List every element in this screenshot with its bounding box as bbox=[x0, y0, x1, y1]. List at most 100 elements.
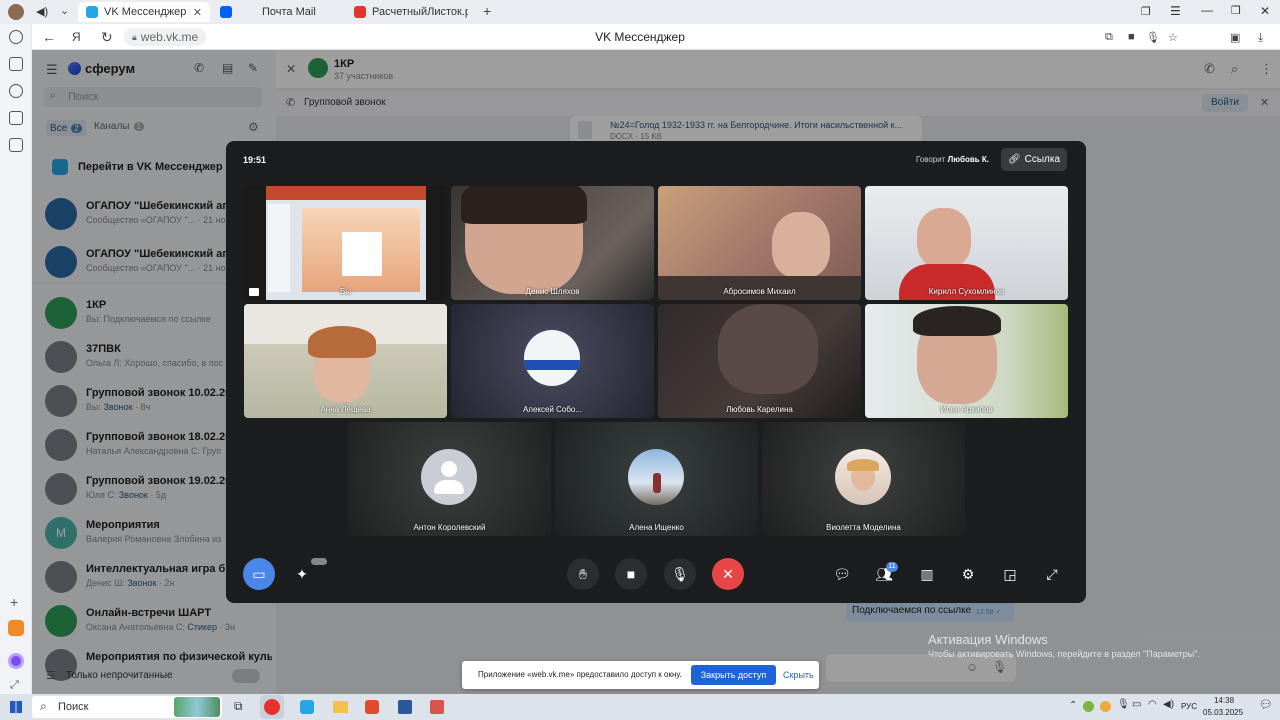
participant-avatar bbox=[835, 449, 891, 505]
tray-time[interactable]: 14:38 bbox=[1214, 696, 1234, 705]
participant-tile[interactable]: Анна Лещева bbox=[244, 304, 447, 418]
screen-share-notice: Приложение «web.vk.me» предоставило дост… bbox=[462, 661, 819, 689]
participant-tile[interactable]: Илья Архипов bbox=[865, 304, 1068, 418]
mail-favicon-icon bbox=[220, 6, 232, 18]
notifications-icon[interactable]: 💬︎ bbox=[1259, 698, 1273, 711]
video-icon[interactable] bbox=[9, 138, 23, 152]
fullscreen-icon[interactable]: ⤢ bbox=[10, 679, 19, 692]
tray-app2-icon[interactable] bbox=[1100, 701, 1111, 712]
back-icon[interactable]: ← bbox=[42, 29, 56, 45]
participant-tile[interactable]: Денис Шляхов bbox=[451, 186, 654, 300]
participant-tile[interactable]: Алексей Собо... bbox=[451, 304, 654, 418]
yandex-browser-taskbar-icon[interactable] bbox=[260, 695, 284, 719]
effects-icon[interactable]: ✦ bbox=[293, 565, 311, 583]
tab-label: VK Мессенджер bbox=[104, 6, 187, 18]
windows-activation-text: Чтобы активировать Windows, перейдите в … bbox=[928, 649, 1200, 659]
reload-icon[interactable]: ↻ bbox=[101, 29, 113, 46]
camera-button[interactable]: ■ bbox=[615, 558, 647, 590]
tray-mic-icon[interactable]: 🎙︎ bbox=[1117, 699, 1130, 710]
calendar-icon[interactable] bbox=[9, 111, 23, 125]
taskbar-search-icon: ⌕ bbox=[40, 699, 47, 713]
task-view-icon[interactable]: ⧉ bbox=[234, 699, 243, 714]
windows-start-icon[interactable] bbox=[10, 701, 22, 713]
search-highlight-icon bbox=[174, 697, 220, 717]
participants-count-badge: 11 bbox=[886, 562, 898, 572]
call-window: 19:51 Говорит Любовь К. 🔗︎ Ссылка Вы Ден… bbox=[226, 141, 1086, 603]
copy-link-button[interactable]: 🔗︎ Ссылка bbox=[1001, 148, 1067, 171]
app-taskbar-icon[interactable] bbox=[365, 700, 379, 714]
participant-tile[interactable]: Любовь Карелина bbox=[658, 304, 861, 418]
participant-tile[interactable]: Абросимов Михаил bbox=[658, 186, 861, 300]
participant-tile[interactable]: Виолетта Моделина bbox=[762, 422, 965, 536]
tab-mail[interactable]: Почта Mail bbox=[212, 2, 344, 22]
fullscreen-call-icon[interactable]: ⤢ bbox=[1043, 565, 1061, 583]
tab-pdf[interactable]: РасчетныйЛисток.pdf / О bbox=[346, 2, 476, 22]
close-icon[interactable]: ✕ bbox=[193, 6, 202, 19]
participant-avatar bbox=[421, 449, 477, 505]
microphone-button[interactable]: 🎙︎ bbox=[664, 558, 696, 590]
participant-tile[interactable]: Вы bbox=[244, 186, 447, 300]
hide-button[interactable]: Скрыть bbox=[783, 670, 814, 680]
microphone-icon[interactable]: 🎙︎ bbox=[1146, 31, 1160, 44]
taskbar-search[interactable]: ⌕ Поиск bbox=[32, 696, 222, 718]
history-icon[interactable] bbox=[9, 30, 23, 44]
bookmark-icon[interactable]: ☆ bbox=[1168, 31, 1178, 44]
participant-tile[interactable]: Антон Королевский bbox=[348, 422, 551, 536]
call-settings-icon[interactable]: ⚙ bbox=[959, 565, 977, 583]
layout-icon[interactable]: ▥ bbox=[918, 565, 936, 583]
tray-language[interactable]: РУС bbox=[1181, 702, 1197, 711]
screen-share-button[interactable]: ▭ bbox=[243, 558, 275, 590]
tray-app-icon[interactable] bbox=[1083, 701, 1094, 712]
minimize-call-icon[interactable]: ◲ bbox=[1001, 565, 1019, 583]
close-access-button[interactable]: Закрыть доступ bbox=[691, 665, 776, 685]
raise-hand-button[interactable]: ✋︎ bbox=[567, 558, 599, 590]
shop-icon[interactable] bbox=[8, 620, 24, 636]
sound-icon[interactable]: ◀) bbox=[36, 5, 48, 18]
app2-taskbar-icon[interactable] bbox=[430, 700, 444, 714]
screen-share-icon bbox=[249, 288, 259, 296]
chat-icon[interactable]: 💬︎ bbox=[833, 565, 851, 583]
alice-icon[interactable] bbox=[8, 653, 24, 669]
hair bbox=[461, 186, 587, 224]
hair bbox=[308, 326, 376, 358]
word-taskbar-icon[interactable] bbox=[398, 700, 412, 714]
window-close-icon[interactable]: ✕ bbox=[1260, 4, 1270, 18]
lock-icon: 🔒︎ bbox=[132, 31, 137, 42]
menu-icon[interactable]: ☰ bbox=[1170, 4, 1181, 18]
tray-date[interactable]: 05.03.2025 bbox=[1203, 708, 1243, 717]
speaker-name: Любовь К. bbox=[947, 155, 990, 164]
participant-name: Абросимов Михаил bbox=[723, 287, 796, 296]
pdf-favicon-icon bbox=[354, 6, 366, 18]
tray-chevron-icon[interactable]: ⌃ bbox=[1069, 700, 1077, 711]
participant-name: Любовь Карелина bbox=[726, 405, 793, 414]
yandex-icon[interactable]: Я bbox=[72, 30, 81, 44]
hair bbox=[913, 306, 1001, 336]
profile-avatar[interactable] bbox=[8, 4, 24, 20]
add-icon[interactable]: + bbox=[10, 594, 18, 610]
notes-icon[interactable] bbox=[9, 57, 23, 71]
sidebar-toggle-icon[interactable]: ▣ bbox=[1230, 31, 1240, 44]
share-screen-icon[interactable]: ⧉ bbox=[1105, 31, 1113, 44]
new-tab-icon[interactable]: + bbox=[483, 3, 491, 19]
end-call-button[interactable]: ✕ bbox=[712, 558, 744, 590]
play-icon[interactable] bbox=[9, 84, 23, 98]
explorer-taskbar-icon[interactable] bbox=[333, 701, 348, 713]
tab-vk-messenger[interactable]: VK Мессенджер ✕ bbox=[78, 2, 210, 22]
url-field[interactable]: 🔒︎ web.vk.me bbox=[124, 28, 206, 46]
messenger-taskbar-icon[interactable] bbox=[300, 700, 314, 714]
participant-tile[interactable]: Кирилл Сухомлинов bbox=[865, 186, 1068, 300]
restore-icon[interactable]: ❒ bbox=[1231, 4, 1241, 17]
tray-wifi-icon[interactable]: ◠ bbox=[1148, 699, 1157, 710]
tray-volume-icon[interactable]: ◀) bbox=[1163, 699, 1174, 710]
participant-tile[interactable]: Алена Ищенко bbox=[555, 422, 758, 536]
camera-icon[interactable]: ■ bbox=[1128, 31, 1135, 43]
minimize-icon[interactable]: — bbox=[1201, 3, 1213, 17]
participant-name: Вы bbox=[339, 287, 352, 296]
chevron-down-icon[interactable]: ⌄ bbox=[60, 4, 69, 17]
link-icon: 🔗︎ bbox=[1007, 154, 1021, 165]
tabs-icon[interactable]: ❐ bbox=[1141, 5, 1151, 18]
windows-activation-title: Активация Windows bbox=[928, 632, 1048, 647]
download-icon[interactable]: ⤓ bbox=[1258, 30, 1263, 45]
tray-network-icon[interactable]: ▭ bbox=[1132, 699, 1141, 710]
vk-favicon-icon bbox=[86, 6, 98, 18]
